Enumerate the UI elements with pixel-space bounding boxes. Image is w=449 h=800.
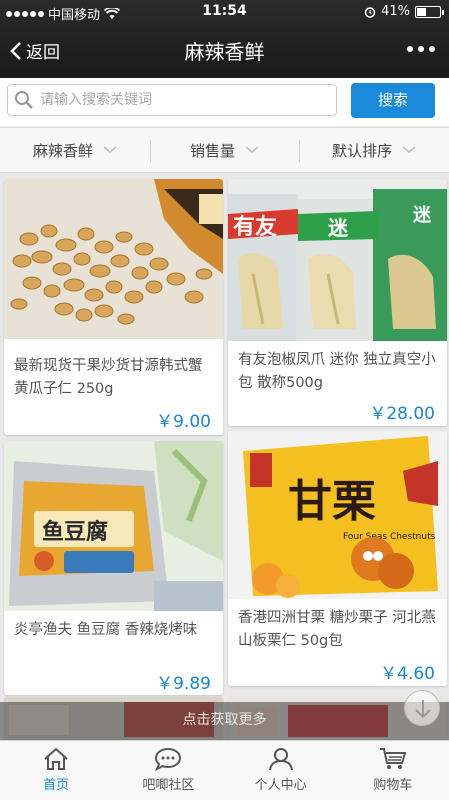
package-subtitle: Four Seas Chestnuts [343,532,436,542]
chat-bubble-icon [155,747,182,771]
package-brand: 鱼豆腐 [42,519,108,545]
filter-label: 默认排序 [332,141,393,160]
tab-community[interactable]: 吧唧社区 [112,741,224,800]
battery-icon [415,5,444,18]
arrow-down-icon [415,700,431,719]
tab-home[interactable]: 首页 [0,741,112,800]
search-button[interactable]: 搜索 [351,83,435,118]
chevron-down-icon [402,146,416,153]
search-bar: 搜索 [0,78,449,126]
filter-category[interactable]: 麻辣香鲜 [0,128,150,172]
filter-bar: 麻辣香鲜 销售量 默认排序 [0,127,449,173]
product-name: 最新现货干果炒货甘源韩式蟹黄瓜子仁 250g [14,358,203,397]
package-brand: 有友 [233,214,277,240]
tab-profile[interactable]: 个人中心 [225,741,337,800]
home-icon [44,747,68,770]
product-image: 有友 迷 迷 [228,179,447,341]
tab-label: 吧唧社区 [142,778,195,793]
product-price: ￥9.00 [156,412,211,432]
filter-label: 麻辣香鲜 [32,141,93,160]
product-card[interactable]: 甘栗 Four Seas Chestnuts 香港四洲甘栗 糖炒栗子 河北燕山板… [228,431,447,686]
tab-label: 购物车 [373,778,413,793]
scroll-down-button[interactable] [404,690,440,726]
tab-label: 个人中心 [254,778,307,793]
filter-label: 销售量 [190,141,236,160]
cart-icon [379,748,407,769]
alarm-icon [364,6,376,18]
product-name: 有友泡椒凤爪 迷你 独立真空小包 散称500g [238,352,436,391]
product-image: 甘栗 Four Seas Chestnuts [228,431,447,599]
more-menu-button[interactable] [407,46,435,52]
package-tag: 迷 [412,205,432,226]
chevron-down-icon [103,146,117,153]
nav-bar: 返回 麻辣香鲜 [0,24,449,78]
load-more-button[interactable]: 点击获取更多 [0,702,449,740]
filter-sales[interactable]: 销售量 [149,128,300,172]
product-name: 香港四洲甘栗 糖炒栗子 河北燕山板栗仁 50g包 [238,610,436,649]
product-price: ￥4.60 [380,664,435,684]
status-bar: 中国移动 11:54 41% [0,0,449,24]
product-card[interactable]: 有友 迷 迷 有友泡椒凤爪 迷你 独立真空小包 散称500g ￥28.00 [228,179,447,426]
product-card[interactable]: 最新现货干果炒货甘源韩式蟹黄瓜子仁 250g ￥9.00 [4,179,223,435]
filter-sort[interactable]: 默认排序 [299,128,449,172]
chevron-down-icon [245,146,259,153]
search-field[interactable] [7,84,337,116]
product-image [4,179,223,339]
battery-percent: 41% [381,4,410,19]
top-bar: 中国移动 11:54 41% 返回 麻辣香鲜 [0,0,449,78]
tab-bar: 首页 吧唧社区 个人中心 购物车 [0,740,449,800]
tab-label: 首页 [43,778,70,793]
page-title: 麻辣香鲜 [184,40,265,64]
tab-cart[interactable]: 购物车 [337,741,449,800]
product-name: 炎亭渔夫 鱼豆腐 香辣烧烤味 [14,622,198,638]
product-card[interactable]: 鱼豆腐 炎亭渔夫 鱼豆腐 香辣烧烤味 ￥9.89 [4,441,223,695]
package-brand: 甘栗 [288,476,376,527]
search-input[interactable] [40,89,330,111]
search-icon [15,91,33,109]
user-icon [268,748,293,771]
product-image: 鱼豆腐 [4,441,223,611]
product-price: ￥9.89 [156,674,211,694]
product-price: ￥28.00 [369,404,435,424]
package-tag: 迷 [327,216,349,240]
